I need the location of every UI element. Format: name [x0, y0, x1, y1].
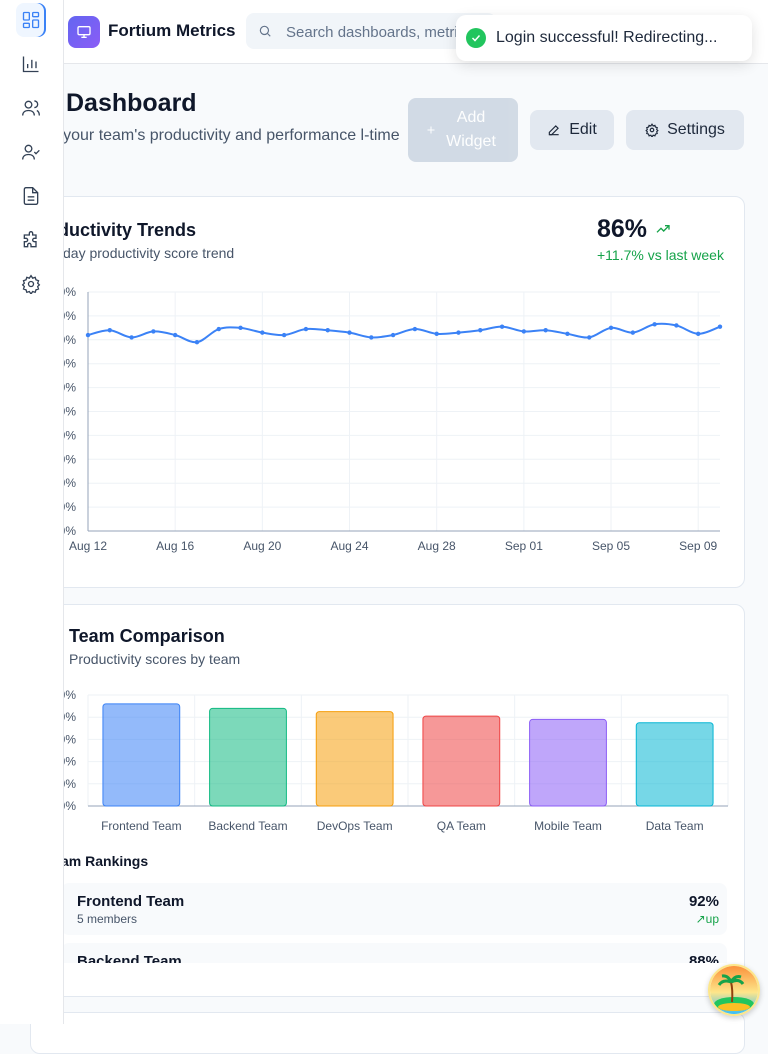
data-point — [216, 326, 221, 332]
data-point — [456, 330, 461, 335]
x-tick-label: Sep 01 — [505, 539, 543, 553]
sidebar-item-dashboard[interactable] — [16, 3, 46, 37]
sidebar-item-reports[interactable] — [16, 179, 46, 213]
ranking-row[interactable]: Frontend Team 5 members 92% ↗up — [61, 883, 727, 935]
sidebar-item-teams[interactable] — [16, 91, 46, 125]
x-tick-label: Aug 16 — [156, 539, 194, 553]
settings-label: Settings — [667, 121, 725, 138]
team-comparison-card: Team Comparison Productivity scores by t… — [30, 604, 745, 997]
data-point — [390, 332, 396, 338]
x-tick-label: Frontend Team — [101, 819, 182, 833]
sidebar-item-integrations[interactable] — [16, 223, 46, 257]
add-widget-label: Add Widget — [446, 109, 496, 150]
success-toast: Login successful! Redirecting... — [456, 15, 752, 61]
bar — [102, 703, 181, 807]
x-tick-label: Aug 20 — [243, 539, 281, 553]
data-point — [129, 335, 134, 340]
data-point — [652, 322, 657, 327]
bar — [315, 711, 394, 807]
puzzle-icon — [23, 231, 37, 248]
team-members: 5 members — [77, 912, 138, 926]
page-title: Dashboard — [66, 89, 197, 117]
bar-chart-icon — [22, 56, 39, 73]
data-point — [565, 331, 570, 337]
data-point — [608, 325, 614, 331]
data-point — [172, 332, 178, 338]
users-icon — [22, 100, 40, 116]
data-point — [325, 328, 330, 333]
x-tick-label: QA Team — [437, 819, 486, 833]
data-point — [587, 335, 592, 340]
gear-icon — [21, 274, 41, 294]
x-tick-label: Sep 05 — [592, 539, 630, 553]
team-trend: ↗up — [695, 912, 719, 926]
page-subtitle: tor your team's productivity and perform… — [40, 127, 400, 144]
beach-avatar-image — [710, 966, 758, 1014]
add-widget-button[interactable]: Add Widget — [408, 98, 518, 162]
data-point — [674, 323, 679, 328]
data-point — [499, 324, 505, 329]
x-tick-label: Aug 12 — [69, 539, 107, 553]
team-score: 92% — [688, 893, 719, 910]
sidebar — [0, 0, 64, 1024]
productivity-line-chart: 100%90%80%70%60%50%40%30%20%10%0%Aug 12A… — [45, 285, 723, 553]
data-point — [260, 330, 265, 335]
next-card — [30, 1012, 745, 1054]
data-point — [347, 330, 352, 335]
data-point — [717, 324, 723, 329]
productivity-trends-card: oductivity Trends day productivity score… — [30, 196, 745, 588]
data-point — [107, 328, 112, 333]
edit-button[interactable]: Edit — [530, 110, 614, 150]
data-point — [369, 335, 374, 340]
team-bar-chart: 100%80%60%40%20%0%Frontend TeamBackend T… — [45, 688, 729, 833]
sidebar-item-analytics[interactable] — [16, 47, 46, 81]
data-point — [412, 326, 418, 332]
search-icon — [259, 25, 271, 37]
team-name: Frontend Team — [77, 893, 185, 910]
bar — [209, 707, 287, 807]
x-tick-label: Sep 09 — [679, 539, 717, 553]
user-check-icon — [22, 144, 40, 160]
data-point — [521, 329, 527, 334]
bar — [422, 715, 501, 807]
x-tick-label: DevOps Team — [317, 819, 393, 833]
x-tick-label: Backend Team — [208, 819, 287, 833]
app-logo[interactable] — [68, 16, 100, 48]
monitor-icon — [77, 25, 91, 38]
sidebar-item-members[interactable] — [16, 135, 46, 169]
gear-icon — [645, 123, 659, 137]
dashboard-icon — [22, 11, 40, 29]
data-point — [434, 331, 439, 337]
rankings-title: am Rankings — [61, 853, 149, 869]
x-tick-label: Data Team — [646, 819, 704, 833]
bar — [529, 718, 607, 807]
data-point — [543, 328, 548, 333]
data-point — [85, 332, 91, 338]
check-circle-icon — [466, 28, 486, 48]
data-point — [303, 326, 309, 332]
data-point — [194, 339, 200, 345]
x-tick-label: Aug 24 — [330, 539, 368, 553]
sidebar-item-settings[interactable] — [16, 267, 46, 301]
data-point — [478, 328, 483, 333]
settings-button[interactable]: Settings — [626, 110, 744, 150]
data-point — [696, 331, 701, 337]
data-point — [281, 332, 287, 338]
bar — [635, 722, 714, 807]
document-icon — [23, 187, 39, 205]
data-point — [151, 329, 156, 334]
x-tick-label: Aug 28 — [418, 539, 456, 553]
toast-message: Login successful! Redirecting... — [496, 29, 718, 46]
x-tick-label: Mobile Team — [534, 819, 602, 833]
plus-icon — [427, 126, 435, 134]
scroll-fade — [31, 963, 744, 996]
edit-label: Edit — [569, 121, 597, 138]
avatar[interactable] — [708, 964, 760, 1016]
brand-name: Fortium Metrics — [108, 21, 236, 40]
data-point — [630, 330, 636, 335]
data-point — [238, 325, 243, 331]
pencil-icon — [548, 125, 560, 136]
